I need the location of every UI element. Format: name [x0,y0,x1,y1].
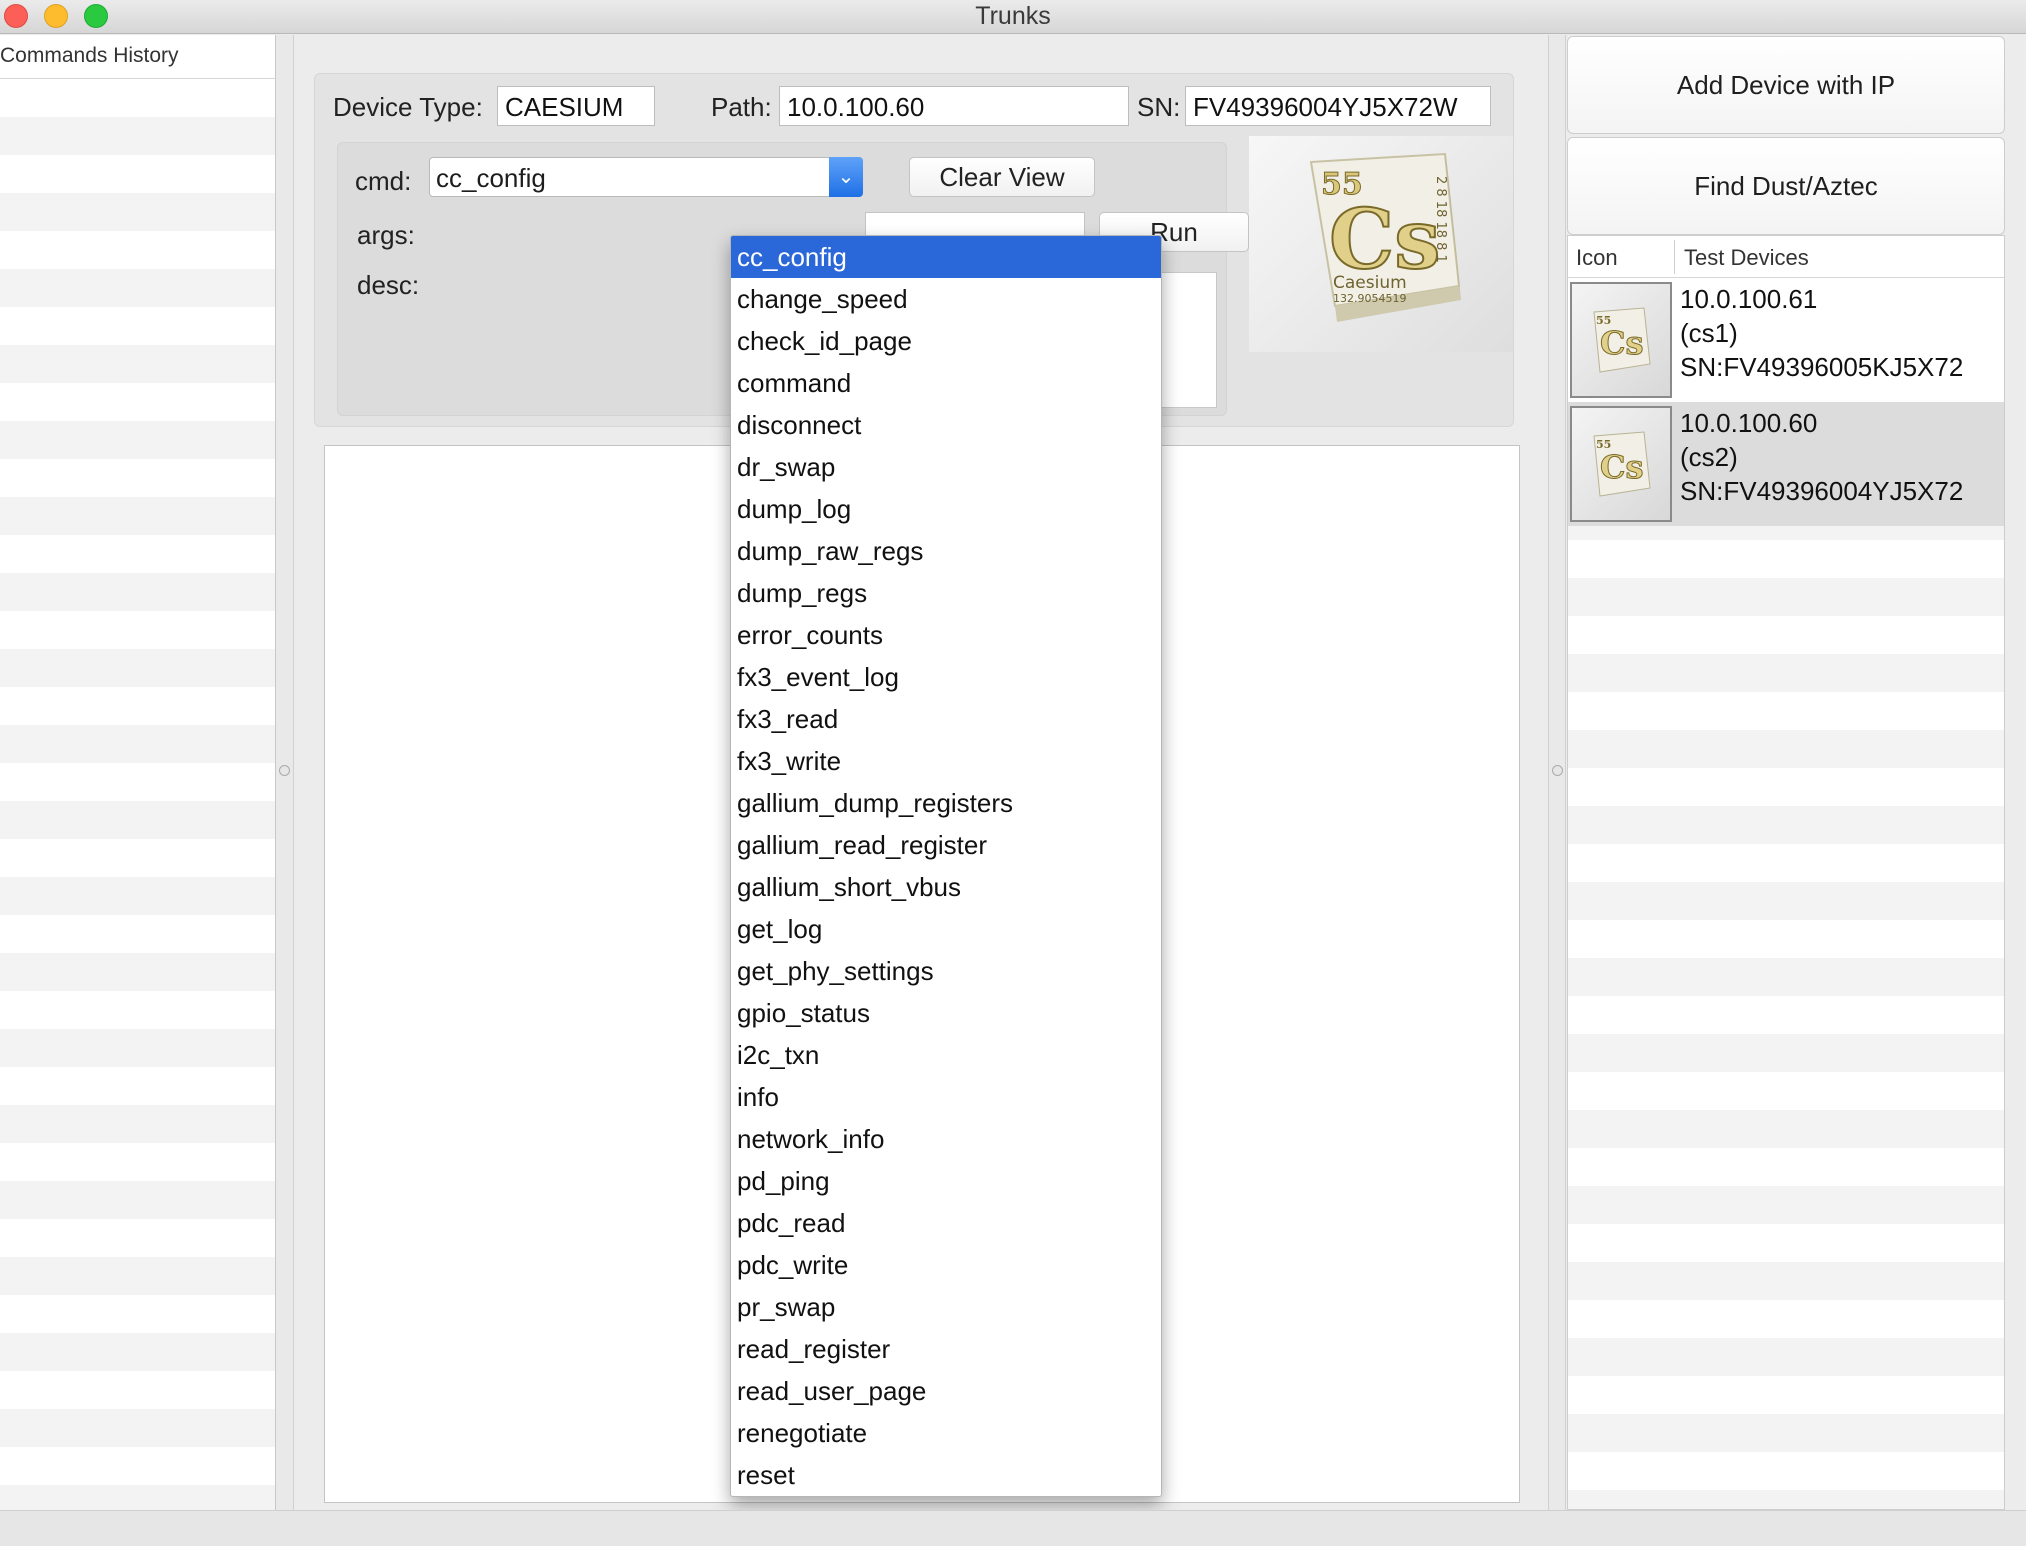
element-mass: 132.9054519 [1333,292,1406,305]
dropdown-option-dump-regs[interactable]: dump_regs [731,572,1161,614]
dropdown-option-pdc-write[interactable]: pdc_write [731,1244,1161,1286]
clear-view-button[interactable]: Clear View [909,157,1095,197]
commands-history-panel: Commands History [0,35,276,1510]
dropdown-option-i2c-txn[interactable]: i2c_txn [731,1034,1161,1076]
caesium-tile-icon: 55 Cs Caesium 132.9054519 2 8 18 18 8 1 [1309,152,1461,322]
dropdown-option-network-info[interactable]: network_info [731,1118,1161,1160]
dropdown-option-dump-log[interactable]: dump_log [731,488,1161,530]
dropdown-option-pr-swap[interactable]: pr_swap [731,1286,1161,1328]
sn-label: SN: [1137,92,1181,122]
left-splitter[interactable] [276,35,294,1510]
dropdown-option-pd-ping[interactable]: pd_ping [731,1160,1161,1202]
dropdown-option-gpio-status[interactable]: gpio_status [731,992,1161,1034]
dropdown-option-change-speed[interactable]: change_speed [731,278,1161,320]
table-row-selected[interactable]: 55 Cs 10.0.100.60 (cs2) SN:FV49396004YJ5… [1568,402,2004,526]
svg-text:Cs: Cs [1600,448,1643,486]
element-name: Caesium [1333,273,1407,293]
dropdown-option-check-id-page[interactable]: check_id_page [731,320,1161,362]
caesium-tile-icon: 55 Cs [1593,431,1651,497]
caesium-element-image: 55 Cs Caesium 132.9054519 2 8 18 18 8 1 [1249,136,1513,352]
dropdown-option-fx3-read[interactable]: fx3_read [731,698,1161,740]
device-info: 10.0.100.60 (cs2) SN:FV49396004YJ5X72 [1680,406,1963,508]
dropdown-option-error-counts[interactable]: error_counts [731,614,1161,656]
sn-field[interactable]: FV49396004YJ5X72W [1185,86,1491,126]
table-header: Icon Test Devices [1568,236,2004,278]
dropdown-option-pdc-read[interactable]: pdc_read [731,1202,1161,1244]
device-ip: 10.0.100.61 [1680,284,1818,314]
dropdown-option-fx3-write[interactable]: fx3_write [731,740,1161,782]
test-devices-table[interactable]: Icon Test Devices 55 Cs 10.0.100.61 (cs1… [1567,235,2005,1510]
dropdown-option-gallium-dump-registers[interactable]: gallium_dump_registers [731,782,1161,824]
dropdown-option-get-log[interactable]: get_log [731,908,1161,950]
add-device-button[interactable]: Add Device with IP [1567,36,2005,134]
dropdown-option-renegotiate[interactable]: renegotiate [731,1412,1161,1454]
cmd-dropdown-list[interactable]: cc_config change_speed check_id_page comman… [730,235,1162,1497]
path-label: Path: [711,92,772,122]
args-label: args: [357,220,415,250]
desc-label: desc: [357,270,420,300]
status-bar [0,1510,2026,1546]
dropdown-option-disconnect[interactable]: disconnect [731,404,1161,446]
caesium-tile-icon: 55 Cs [1593,307,1651,373]
table-row[interactable]: 55 Cs 10.0.100.61 (cs1) SN:FV49396005KJ5… [1568,278,2004,402]
device-sn: SN:FV49396005KJ5X72 [1680,352,1964,382]
column-header-test-devices[interactable]: Test Devices [1684,245,1809,271]
devices-panel: Add Device with IP Find Dust/Aztec Icon … [1566,35,2006,1510]
device-type-field[interactable]: CAESIUM [497,86,655,126]
column-divider [1674,240,1675,274]
chevron-down-icon[interactable]: ⌄ [829,157,863,197]
dropdown-option-info[interactable]: info [731,1076,1161,1118]
dropdown-option-gallium-short-vbus[interactable]: gallium_short_vbus [731,866,1161,908]
dropdown-option-dr-swap[interactable]: dr_swap [731,446,1161,488]
caesium-device-icon: 55 Cs [1570,282,1672,398]
dropdown-option-get-phy-settings[interactable]: get_phy_settings [731,950,1161,992]
device-sn: SN:FV49396004YJ5X72 [1680,476,1964,506]
device-info: 10.0.100.61 (cs1) SN:FV49396005KJ5X72 [1680,282,1963,384]
splitter-handle-icon[interactable] [279,765,290,776]
commands-history-header[interactable]: Commands History [0,35,275,79]
cmd-combobox[interactable]: cc_config ⌄ [429,157,863,197]
dropdown-option-gallium-read-register[interactable]: gallium_read_register [731,824,1161,866]
column-header-icon[interactable]: Icon [1576,245,1618,271]
title-bar: Trunks [0,0,2026,34]
dropdown-option-reset[interactable]: reset [731,1454,1161,1496]
dropdown-option-read-user-page[interactable]: read_user_page [731,1370,1161,1412]
dropdown-option-fx3-event-log[interactable]: fx3_event_log [731,656,1161,698]
device-name: (cs1) [1680,318,1738,348]
caesium-device-icon: 55 Cs [1570,406,1672,522]
device-name: (cs2) [1680,442,1738,472]
dropdown-option-read-register[interactable]: read_register [731,1328,1161,1370]
svg-text:Cs: Cs [1600,324,1643,362]
cmd-combobox-value: cc_config [436,163,546,193]
dropdown-option-command[interactable]: command [731,362,1161,404]
cmd-label: cmd: [355,166,412,196]
path-field[interactable]: 10.0.100.60 [779,86,1129,126]
main-content: Device Type: CAESIUM Path: 10.0.100.60 S… [296,35,1548,1510]
splitter-handle-icon[interactable] [1552,765,1563,776]
commands-history-list[interactable] [0,79,275,1510]
device-ip: 10.0.100.60 [1680,408,1818,438]
window-title: Trunks [975,2,1051,30]
dropdown-option-dump-raw-regs[interactable]: dump_raw_regs [731,530,1161,572]
dropdown-option-cc-config[interactable]: cc_config [731,236,1161,278]
right-splitter[interactable] [1548,35,1566,1510]
device-type-label: Device Type: [333,92,483,122]
find-dust-aztec-button[interactable]: Find Dust/Aztec [1567,137,2005,235]
element-shells: 2 8 18 18 8 1 [1433,176,1448,263]
